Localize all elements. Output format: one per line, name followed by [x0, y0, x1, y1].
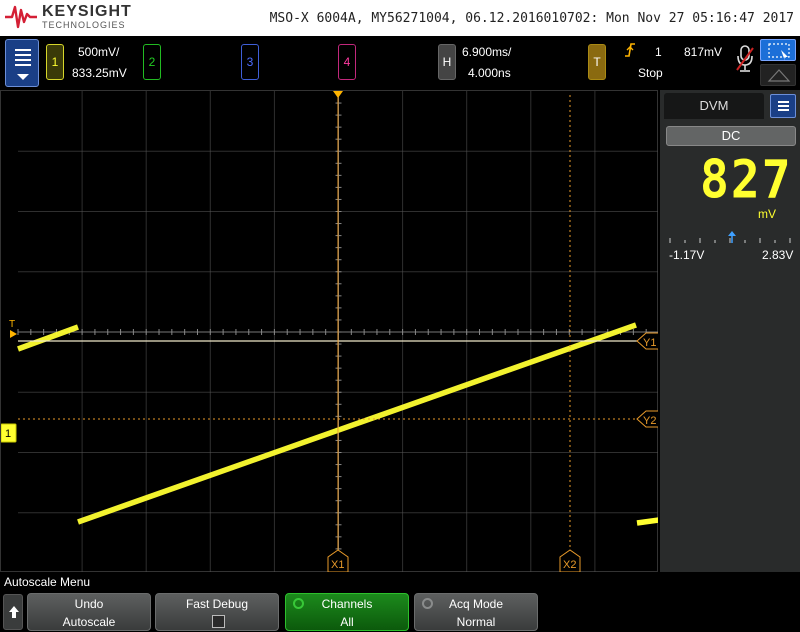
dvm-unit: mV — [758, 207, 776, 221]
waveform-segment — [77, 322, 637, 525]
channel-1-button[interactable]: 1 — [46, 44, 64, 80]
brand-subtitle: TECHNOLOGIES — [42, 20, 126, 30]
waveform-segment — [636, 517, 659, 526]
dvm-mode-button[interactable]: DC — [666, 126, 796, 146]
channel-1-ground-label: 1 — [5, 428, 11, 440]
menu-title: Autoscale Menu — [4, 575, 91, 589]
waveform-segment — [17, 324, 79, 352]
horizontal-timebase[interactable]: 6.900ms/ — [462, 45, 511, 59]
dvm-sidebar: DVM DC 827 mV -1.17V 2.83V — [658, 90, 800, 572]
dvm-reading: 827 — [700, 149, 793, 211]
fast-debug-button[interactable]: Fast Debug — [155, 593, 279, 631]
softkey-value: All — [340, 615, 354, 629]
brand-name: KEYSIGHT — [42, 3, 132, 20]
keysight-logo: KEYSIGHT TECHNOLOGIES — [4, 3, 132, 33]
horizontal-delay[interactable]: 4.000ns — [468, 66, 511, 80]
back-button[interactable] — [3, 594, 23, 630]
cursor-x1-label: X1 — [331, 559, 344, 571]
trigger-button[interactable]: T — [588, 44, 606, 80]
waveform-display[interactable]: Y1 Y2 X1 X2 T 1 — [0, 90, 659, 573]
softkey-label: Undo — [74, 597, 104, 611]
softkey-label: Fast Debug — [185, 597, 249, 611]
channel-1-offset[interactable]: 833.25mV — [72, 66, 127, 80]
keysight-wave-icon — [5, 5, 37, 29]
cursor-x2-label: X2 — [563, 559, 576, 571]
channel-3-button[interactable]: 3 — [241, 44, 259, 80]
dvm-range-max: 2.83V — [762, 248, 794, 262]
fast-debug-checkbox[interactable] — [212, 615, 225, 628]
title-bar: KEYSIGHT TECHNOLOGIES MSO-X 6004A, MY562… — [0, 0, 800, 36]
cursor-y2-label: Y2 — [643, 415, 656, 427]
undo-autoscale-button[interactable]: Undo Autoscale — [27, 593, 151, 631]
tab-dvm[interactable]: DVM — [664, 93, 764, 119]
horizontal-button[interactable]: H — [438, 44, 456, 80]
softkey-value: Normal — [456, 615, 496, 629]
menu-icon — [15, 49, 31, 69]
dvm-range-min: -1.17V — [669, 248, 705, 262]
softkey-label: Acq Mode — [448, 597, 504, 611]
cursor-y1-label: Y1 — [643, 337, 656, 349]
channel-4-button[interactable]: 4 — [338, 44, 356, 80]
waveform-graticule: Y1 Y2 X1 X2 T 1 — [1, 91, 659, 573]
selection-box-icon — [768, 43, 790, 61]
trigger-level-icon — [10, 330, 17, 338]
channels-button[interactable]: Channels All — [285, 593, 409, 631]
microphone-icon[interactable] — [736, 44, 754, 74]
dvm-range-scale — [669, 231, 791, 243]
zoom-select-button[interactable] — [760, 64, 796, 86]
channel-1-scale[interactable]: 500mV/ — [78, 45, 119, 59]
trigger-level-label: T — [9, 319, 15, 330]
touch-select-button[interactable] — [760, 39, 796, 61]
arrow-up-icon — [9, 606, 19, 618]
main-menu-button[interactable] — [5, 39, 39, 87]
trigger-level[interactable]: 817mV — [684, 45, 722, 59]
trigger-position-icon — [333, 91, 343, 98]
rising-edge-icon — [624, 42, 636, 61]
acq-mode-button[interactable]: Acq Mode Normal — [414, 593, 538, 631]
control-bar: 1 500mV/ 833.25mV 2 3 4 H 6.900ms/ 4.000… — [0, 36, 800, 90]
acquisition-status: Stop — [638, 66, 663, 80]
chevron-down-icon — [17, 74, 29, 80]
instrument-info: MSO-X 6004A, MY56271004, 06.12.201601070… — [269, 11, 794, 26]
softkey-label: Channels — [321, 597, 373, 611]
channel-2-button[interactable]: 2 — [143, 44, 161, 80]
softkey-bar: Autoscale Menu Undo Autoscale Fast Debug… — [0, 572, 800, 632]
softkey-value: Autoscale — [62, 615, 116, 629]
dvm-indicator-icon — [728, 231, 736, 236]
zoom-icon — [767, 69, 791, 82]
sidebar-menu-icon[interactable] — [770, 94, 796, 118]
trigger-source[interactable]: 1 — [655, 45, 662, 59]
